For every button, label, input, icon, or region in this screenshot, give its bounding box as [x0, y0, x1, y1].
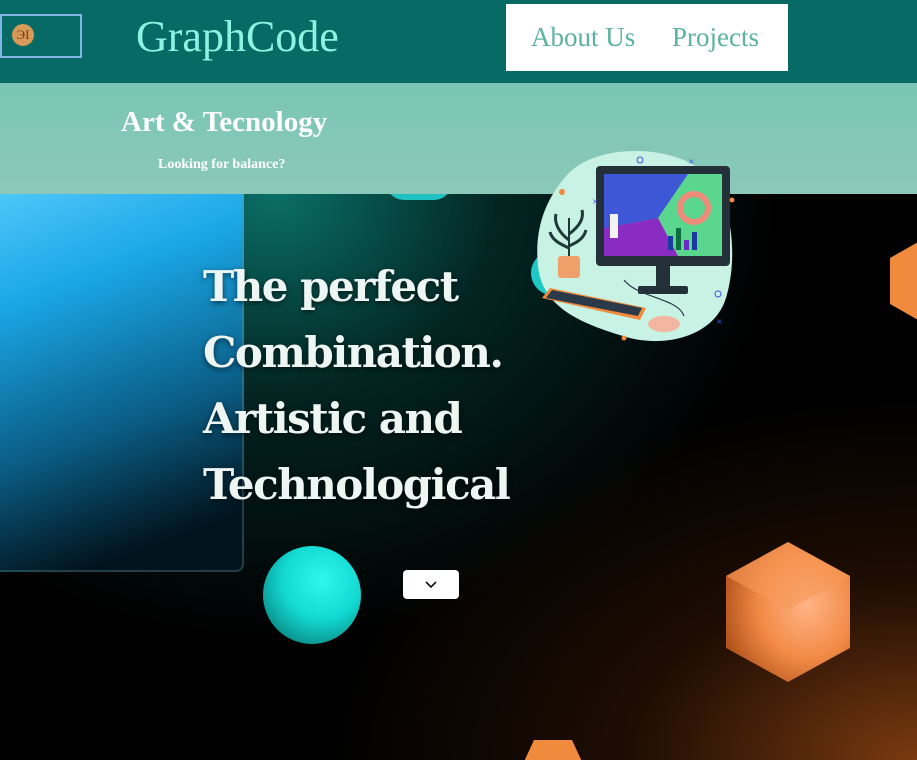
orange-hexagon-decoration [520, 738, 586, 760]
band-title: Art & Tecnology [121, 106, 328, 138]
svg-text:×: × [592, 197, 599, 206]
top-header: ЭІ GraphCode About Us Projects [0, 0, 917, 83]
chevron-down-icon [425, 580, 437, 588]
band-subtitle: Looking for balance? [158, 157, 286, 172]
headline-line: Technological [203, 460, 511, 509]
headline-line: The perfect [203, 262, 459, 311]
tagline-band: Art & Tecnology Looking for balance? [0, 83, 917, 194]
headline-line: Combination. [203, 328, 504, 377]
cyan-sphere-decoration [263, 546, 361, 644]
nav-projects[interactable]: Projects [672, 21, 759, 53]
logo-icon: ЭІ [12, 24, 34, 46]
hero-section: The perfect Combination. Artistic and Te… [0, 194, 917, 760]
computer-illustration: × × × [528, 148, 743, 348]
logo-box[interactable]: ЭІ [0, 14, 82, 58]
headline-line: Artistic and [203, 394, 463, 443]
orange-hexagon-decoration [888, 240, 917, 324]
hero-headline: The perfect Combination. Artistic and Te… [203, 254, 543, 518]
scroll-down-button[interactable] [403, 570, 459, 599]
main-nav: About Us Projects [506, 4, 788, 71]
svg-text:×: × [688, 157, 695, 166]
nav-about-us[interactable]: About Us [531, 21, 635, 53]
orange-hexagon-decoration [722, 540, 854, 686]
svg-text:×: × [716, 317, 723, 326]
cyan-blob-decoration [386, 194, 452, 200]
brand-title[interactable]: GraphCode [136, 12, 339, 62]
